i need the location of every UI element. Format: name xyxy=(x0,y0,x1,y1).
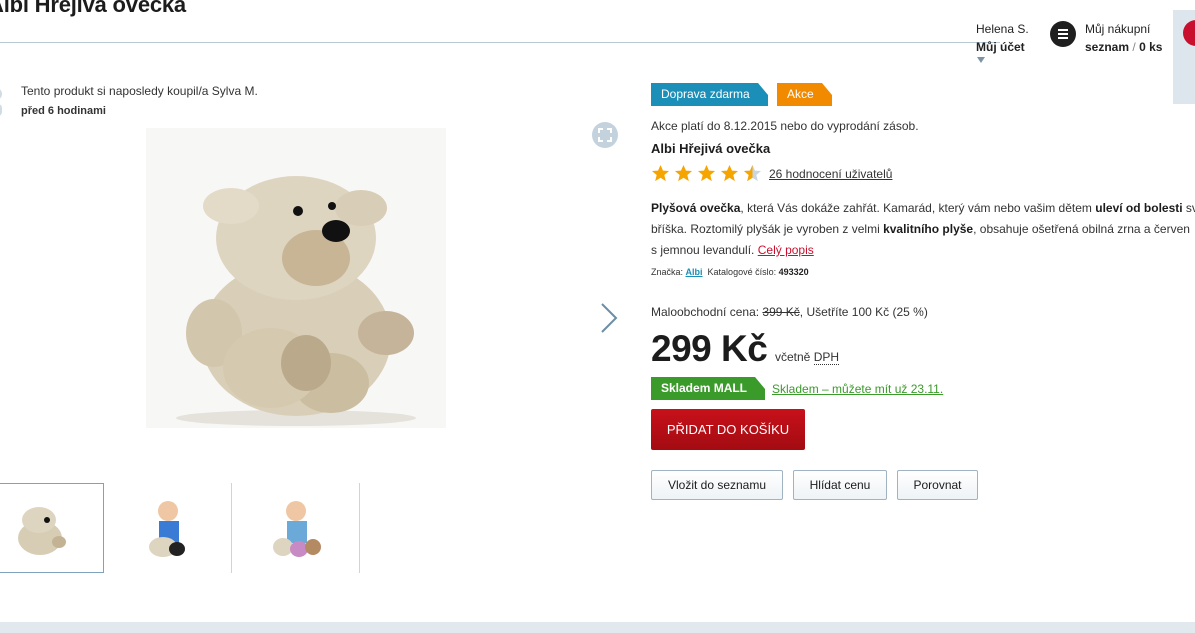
chevron-right-icon[interactable] xyxy=(598,302,620,334)
brand-link[interactable]: Albi xyxy=(686,267,703,277)
child-with-plush-toys-thumbnail xyxy=(273,501,321,557)
star-full-icon xyxy=(697,164,716,182)
title-divider xyxy=(0,42,1000,43)
chevron-down-icon xyxy=(977,57,985,63)
full-description-link[interactable]: Celý popis xyxy=(758,243,814,257)
product-name: Albi Hřejivá ovečka xyxy=(651,141,771,156)
product-meta: Značka: Albi Katalogové číslo: 493320 xyxy=(651,267,809,277)
shopping-list-count: seznam / 0 ks xyxy=(1085,40,1163,54)
list-icon[interactable] xyxy=(1050,21,1076,47)
product-description: Plyšová ovečka, která Vás dokáže zahřát.… xyxy=(651,201,1195,257)
cart-icon[interactable] xyxy=(1183,20,1195,46)
recent-purchase-text: Tento produkt si naposledy koupil/a Sylv… xyxy=(21,84,258,98)
stock-availability-link[interactable]: Skladem – můžete mít už 23.11. xyxy=(772,382,943,396)
footer-band xyxy=(0,622,1195,633)
sale-badge: Akce xyxy=(777,83,832,106)
child-with-plush-thumbnail xyxy=(149,501,185,557)
account-label: Můj účet xyxy=(976,40,1025,54)
catalog-number: 493320 xyxy=(778,267,809,277)
user-silhouette-icon xyxy=(0,89,2,116)
compare-button[interactable]: Porovnat xyxy=(897,470,978,500)
plush-sheep-thumbnail xyxy=(18,507,66,555)
star-full-icon xyxy=(674,164,693,182)
star-full-icon xyxy=(651,164,670,182)
watch-price-button[interactable]: Hlídat cenu xyxy=(793,470,887,500)
vat-note: včetně DPH xyxy=(775,350,840,365)
star-full-icon xyxy=(720,164,739,182)
shopping-list-link[interactable]: Můj nákupní seznam / 0 ks xyxy=(1085,20,1162,56)
thumbnail-3[interactable] xyxy=(232,483,360,573)
thumbnail-2[interactable] xyxy=(104,483,232,573)
recent-purchase-time: před 6 hodinami xyxy=(21,105,106,117)
star-half-icon xyxy=(743,164,762,182)
plush-sheep-image xyxy=(176,176,416,426)
thumbnail-1[interactable] xyxy=(0,483,104,573)
promo-note: Akce platí do 8.12.2015 nebo do vyprodán… xyxy=(651,119,919,133)
zoom-icon[interactable] xyxy=(592,122,618,148)
free-shipping-badge: Doprava zdarma xyxy=(651,83,768,106)
user-account-menu[interactable]: Helena S. Můj účet xyxy=(976,20,1029,63)
stock-badge: Skladem MALL xyxy=(651,377,766,400)
add-to-list-button[interactable]: Vložit do seznamu xyxy=(651,470,783,500)
retail-price-line: Maloobchodní cena: 399 Kč, Ušetříte 100 … xyxy=(651,305,928,319)
product-main-image[interactable] xyxy=(146,128,446,428)
shopping-list-label: Můj nákupní xyxy=(1085,22,1151,36)
rating-count-link[interactable]: 26 hodnocení uživatelů xyxy=(769,167,892,181)
page-title: Albi Hřejivá ovečka xyxy=(0,0,186,17)
retail-price: 399 Kč xyxy=(762,305,800,319)
user-name: Helena S. xyxy=(976,22,1029,36)
cart-panel[interactable] xyxy=(1173,10,1195,104)
add-to-cart-button[interactable]: PŘIDAT DO KOŠÍKU xyxy=(651,409,805,450)
price: 299 Kč xyxy=(651,328,768,369)
